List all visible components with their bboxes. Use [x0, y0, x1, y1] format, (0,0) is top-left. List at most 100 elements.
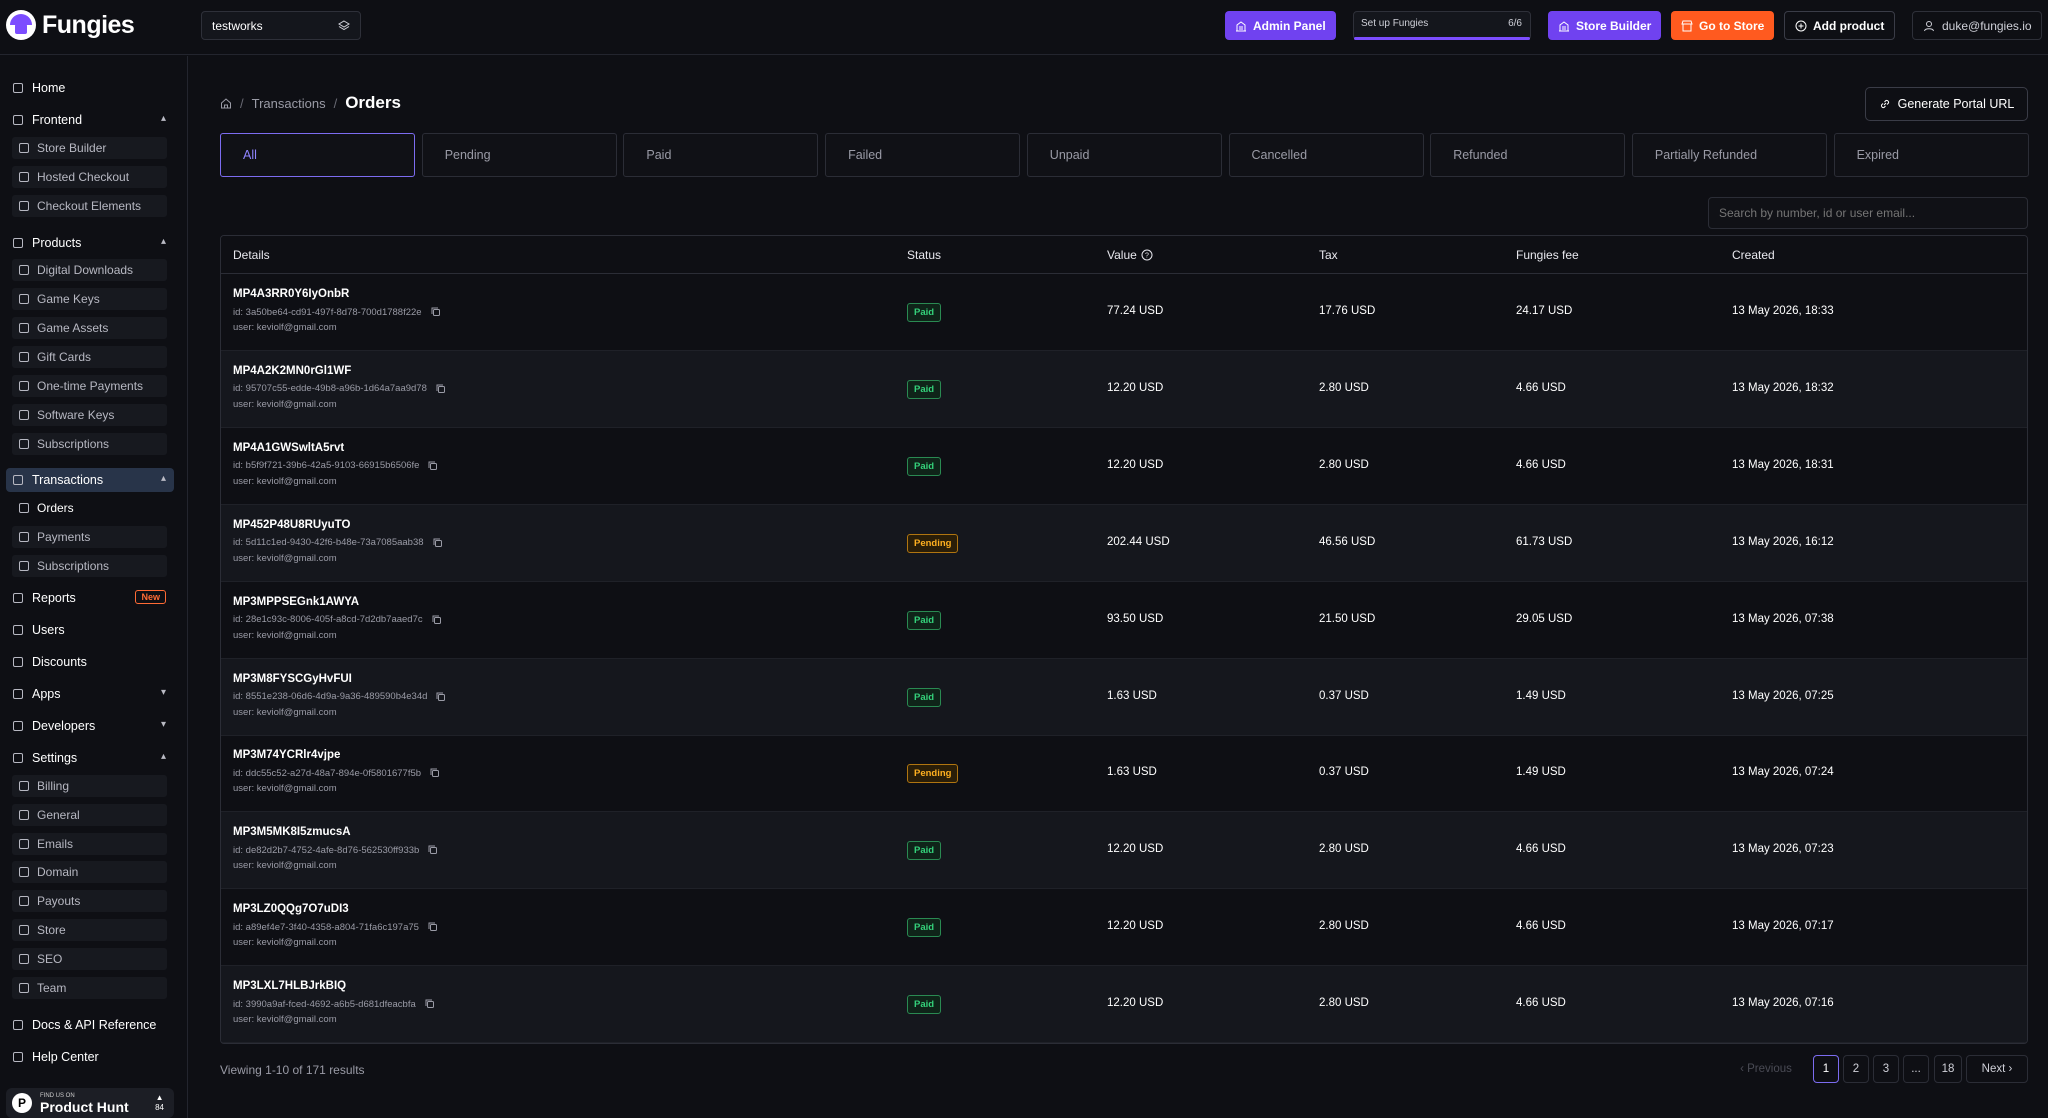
tab-failed[interactable]: Failed: [825, 133, 1021, 177]
store-builder-button[interactable]: Store Builder: [1548, 11, 1662, 40]
admin-panel-button[interactable]: Admin Panel: [1225, 11, 1336, 40]
order-number[interactable]: MP3M5MK8I5zmucsA: [233, 826, 439, 838]
sidebar-item-domain[interactable]: Domain: [12, 861, 167, 884]
sidebar-item-subscriptions[interactable]: Subscriptions: [12, 433, 167, 455]
copy-icon[interactable]: [424, 998, 436, 1010]
order-number[interactable]: MP3LZ0QQg7O7uDI3: [233, 903, 439, 915]
copy-icon[interactable]: [430, 306, 442, 318]
order-number[interactable]: MP3LXL7HLBJrkBIQ: [233, 980, 436, 992]
sidebar-item-docs[interactable]: Docs & API Reference: [6, 1013, 174, 1037]
sidebar-item-tx-payments[interactable]: Payments: [12, 526, 167, 548]
order-id-text: id: ddc55c52-a27d-48a7-894e-0f5801677f5b: [233, 767, 422, 779]
page-button-18[interactable]: 18: [1934, 1055, 1962, 1083]
order-fee: 1.49 USD: [1516, 689, 1566, 702]
setup-progress[interactable]: Set up Fungies 6/6: [1353, 11, 1531, 40]
table-row[interactable]: MP4A3RR0Y6IyOnbR id: 3a50be64-cd91-497f-8…: [221, 274, 2027, 351]
tab-cancelled[interactable]: Cancelled: [1228, 133, 1424, 177]
sidebar-item-help-center[interactable]: Help Center: [6, 1045, 174, 1069]
order-number[interactable]: MP452P48U8RUyuTO: [233, 519, 444, 531]
store-selector[interactable]: testworks: [201, 11, 361, 40]
sidebar-section-settings[interactable]: Settings ▴: [6, 746, 174, 770]
tab-partially-refunded[interactable]: Partially Refunded: [1631, 133, 1827, 177]
sidebar-item-emails[interactable]: Emails: [12, 832, 167, 855]
order-number[interactable]: MP3M74YCRlr4vjpe: [233, 749, 441, 761]
copy-icon[interactable]: [431, 614, 443, 626]
copy-icon[interactable]: [435, 383, 447, 395]
order-details: MP3M74YCRlr4vjpe id: ddc55c52-a27d-48a7-8…: [233, 749, 441, 794]
sidebar-item-software-keys[interactable]: Software Keys: [12, 404, 167, 426]
table-row[interactable]: MP3LXL7HLBJrkBIQ id: 3990a9af-fced-4692-a…: [221, 966, 2027, 1043]
add-product-button[interactable]: Add product: [1784, 11, 1896, 40]
page-button-1[interactable]: 1: [1813, 1055, 1839, 1083]
tab-all[interactable]: All: [220, 133, 415, 177]
previous-page-button[interactable]: ‹ Previous: [1726, 1055, 1806, 1083]
column-header-label: Details: [233, 248, 270, 262]
sidebar-section-products[interactable]: Products ▴: [6, 231, 174, 255]
go-to-store-button[interactable]: Go to Store: [1671, 11, 1775, 40]
home-icon[interactable]: [220, 97, 232, 109]
sidebar-item-gift-cards[interactable]: Gift Cards: [12, 346, 167, 368]
table-row[interactable]: MP3M5MK8I5zmucsA id: de82d2b7-4752-4afe-8…: [221, 812, 2027, 890]
sidebar-section-frontend[interactable]: Frontend ▴: [6, 108, 174, 132]
sidebar-section-transactions[interactable]: Transactions ▴: [6, 468, 174, 492]
breadcrumb-transactions[interactable]: Transactions: [252, 96, 326, 111]
next-page-button[interactable]: Next ›: [1966, 1055, 2028, 1083]
sidebar-item-game-keys[interactable]: Game Keys: [12, 288, 167, 310]
help-circle-icon[interactable]: ?: [1141, 249, 1153, 261]
sidebar-item-home[interactable]: Home: [6, 76, 174, 100]
table-row[interactable]: MP3MPPSEGnk1AWYA id: 28e1c93c-8006-405f-a…: [221, 582, 2027, 659]
sidebar-item-seo[interactable]: SEO: [12, 947, 167, 970]
copy-icon[interactable]: [432, 537, 444, 549]
sidebar-item-billing[interactable]: Billing: [12, 775, 167, 797]
sidebar-section-developers[interactable]: Developers ▾: [6, 714, 174, 738]
sidebar-item-discounts[interactable]: Discounts: [6, 650, 174, 674]
status-badge: Paid: [907, 687, 942, 707]
order-value: 12.20 USD: [1107, 381, 1164, 394]
generate-portal-url-button[interactable]: Generate Portal URL: [1865, 87, 2028, 121]
copy-icon[interactable]: [427, 921, 439, 933]
sidebar-section-apps[interactable]: Apps ▾: [6, 682, 174, 706]
sidebar-item-game-assets[interactable]: Game Assets: [12, 317, 167, 339]
order-number[interactable]: MP3M8FYSCGyHvFUI: [233, 673, 447, 685]
copy-icon[interactable]: [435, 691, 447, 703]
sidebar-item-payouts[interactable]: Payouts: [12, 890, 167, 913]
sidebar-item-digital-downloads[interactable]: Digital Downloads: [12, 259, 167, 281]
tab-expired[interactable]: Expired: [1833, 133, 2029, 177]
sidebar-item-one-time-payments[interactable]: One-time Payments: [12, 375, 167, 397]
tab-paid[interactable]: Paid: [623, 133, 819, 177]
sidebar-item-hosted-checkout[interactable]: Hosted Checkout: [12, 166, 167, 188]
order-number[interactable]: MP4A1GWSwltA5rvt: [233, 442, 439, 454]
page-button-3[interactable]: 3: [1873, 1055, 1899, 1083]
upvote-icon: ▲: [155, 1093, 164, 1102]
table-row[interactable]: MP3M8FYSCGyHvFUI id: 8551e238-06d6-4d9a-9…: [221, 658, 2027, 736]
table-row[interactable]: MP4A2K2MN0rGl1WF id: 95707c55-edde-49b8-a…: [221, 350, 2027, 428]
sidebar-item-general[interactable]: General: [12, 803, 167, 826]
tab-pending[interactable]: Pending: [421, 133, 617, 177]
table-row[interactable]: MP4A1GWSwltA5rvt id: b5f9f721-39b6-42a5-9…: [221, 428, 2027, 505]
sidebar-item-reports[interactable]: Reports New: [6, 586, 174, 610]
order-number[interactable]: MP4A3RR0Y6IyOnbR: [233, 288, 442, 300]
tab-refunded[interactable]: Refunded: [1430, 133, 1626, 177]
sidebar-item-tx-subscriptions[interactable]: Subscriptions: [12, 555, 167, 577]
sidebar-item-users[interactable]: Users: [6, 618, 174, 642]
app-name: Fungies: [42, 10, 135, 39]
copy-icon[interactable]: [427, 460, 439, 472]
user-menu[interactable]: duke@fungies.io: [1912, 11, 2042, 40]
product-hunt-badge[interactable]: P FIND US ON Product Hunt ▲ 84: [6, 1088, 174, 1118]
table-row[interactable]: MP3M74YCRlr4vjpe id: ddc55c52-a27d-48a7-8…: [221, 735, 2027, 813]
sidebar-item-team[interactable]: Team: [12, 976, 167, 999]
search-input[interactable]: [1708, 197, 2028, 229]
table-row[interactable]: MP3LZ0QQg7O7uDI3 id: a89ef4e7-3f40-4358-a…: [221, 889, 2027, 967]
sidebar-item-tx-orders[interactable]: Orders: [12, 497, 167, 519]
page-button-2[interactable]: 2: [1843, 1055, 1869, 1083]
tab-unpaid[interactable]: Unpaid: [1026, 133, 1222, 177]
sidebar-item-checkout-elements[interactable]: Checkout Elements: [12, 195, 167, 217]
sidebar-item-store-builder[interactable]: Store Builder: [12, 137, 167, 159]
table-row[interactable]: MP452P48U8RUyuTO id: 5d11c1ed-9430-42f6-b…: [221, 504, 2027, 582]
copy-icon[interactable]: [427, 844, 439, 856]
order-number[interactable]: MP4A2K2MN0rGl1WF: [233, 365, 447, 377]
app-logo[interactable]: Fungies: [6, 10, 135, 40]
order-number[interactable]: MP3MPPSEGnk1AWYA: [233, 596, 443, 608]
copy-icon[interactable]: [429, 767, 441, 779]
sidebar-item-store[interactable]: Store: [12, 919, 167, 941]
